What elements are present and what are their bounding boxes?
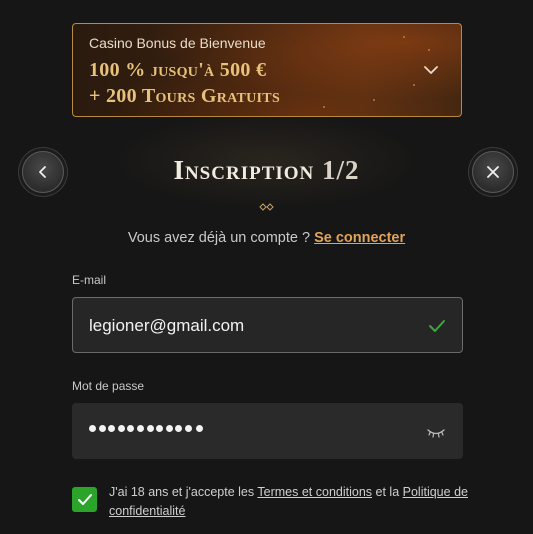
password-dot bbox=[175, 425, 183, 432]
close-button[interactable] bbox=[472, 151, 514, 193]
password-masked-value bbox=[89, 425, 205, 432]
check-icon bbox=[77, 493, 92, 505]
password-dot bbox=[98, 425, 106, 432]
bonus-offer-line-1: 100 % jusqu'à 500 € bbox=[89, 59, 267, 81]
terms-text: J'ai 18 ans et j'accepte les Termes et c… bbox=[109, 483, 469, 521]
chevron-down-icon[interactable] bbox=[423, 62, 439, 78]
text-caret bbox=[195, 425, 203, 432]
page-title: Inscription 1/2 bbox=[0, 155, 533, 186]
password-label: Mot de passe bbox=[72, 379, 145, 393]
login-prompt: Vous avez déjà un compte ? bbox=[127, 230, 311, 246]
welcome-bonus-banner[interactable]: Casino Bonus de Bienvenue 100 % jusqu'à … bbox=[72, 23, 462, 117]
check-icon bbox=[429, 320, 445, 332]
terms-text-before: J'ai 18 ans et j'accepte les bbox=[109, 485, 255, 499]
email-value: legioner@gmail.com bbox=[89, 316, 245, 335]
page-title-text: Inscription bbox=[173, 155, 315, 185]
password-dot bbox=[89, 425, 96, 432]
step-indicator: 1/2 bbox=[322, 155, 360, 185]
ember-decoration bbox=[373, 99, 375, 101]
login-prompt-row: Vous avez déjà un compte ? Se connecter bbox=[0, 230, 533, 246]
login-link[interactable]: Se connecter bbox=[314, 230, 405, 246]
email-label: E-mail bbox=[72, 273, 107, 287]
password-dot bbox=[156, 425, 164, 432]
password-dot bbox=[127, 425, 135, 432]
ember-decoration bbox=[403, 36, 405, 38]
password-field[interactable] bbox=[72, 403, 463, 459]
terms-checkbox[interactable] bbox=[72, 487, 97, 512]
password-dot bbox=[146, 425, 154, 432]
terms-conditions-link[interactable]: Termes et conditions bbox=[257, 485, 372, 499]
password-dot bbox=[165, 425, 173, 432]
bonus-offer-line-2: + 200 Tours Gratuits bbox=[89, 85, 281, 107]
password-dot bbox=[117, 425, 125, 432]
eye-closed-icon[interactable] bbox=[426, 426, 446, 440]
terms-and: et la bbox=[375, 485, 400, 499]
close-icon bbox=[487, 166, 499, 178]
email-field[interactable]: legioner@gmail.com bbox=[72, 297, 463, 353]
ornament-divider bbox=[120, 203, 413, 211]
bonus-subtitle: Casino Bonus de Bienvenue bbox=[89, 35, 266, 51]
password-dot bbox=[136, 425, 144, 432]
password-dot bbox=[108, 425, 116, 432]
ember-decoration bbox=[413, 84, 415, 86]
registration-page: Casino Bonus de Bienvenue 100 % jusqu'à … bbox=[0, 0, 533, 534]
password-dot bbox=[184, 425, 192, 432]
ember-decoration bbox=[428, 49, 430, 51]
ember-decoration bbox=[323, 106, 325, 108]
